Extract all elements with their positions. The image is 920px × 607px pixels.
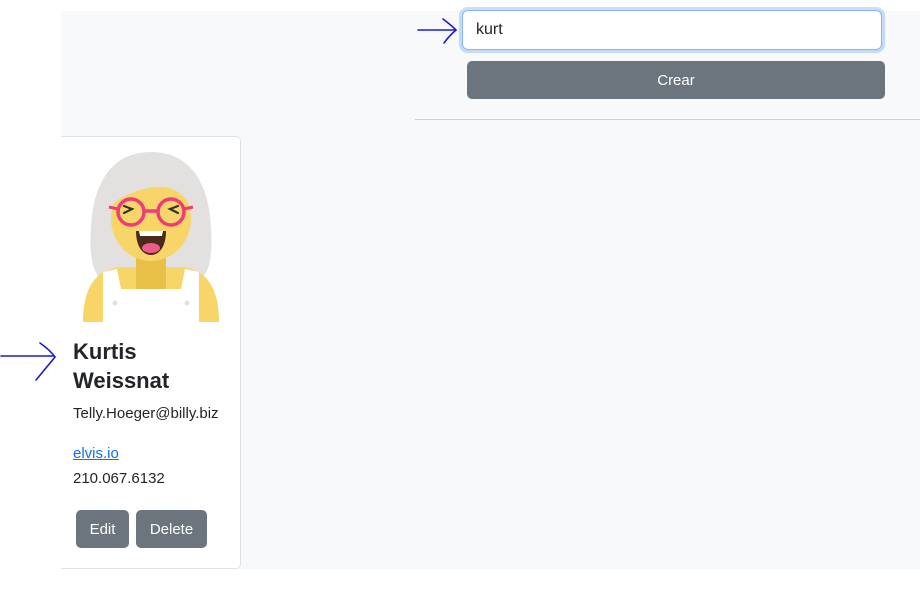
- crear-button[interactable]: Crear: [467, 61, 885, 99]
- annotation-arrow-search-icon: [417, 18, 458, 44]
- contact-phone: 210.067.6132: [73, 470, 165, 487]
- contact-email: Telly.Hoeger@billy.biz: [73, 405, 219, 422]
- search-input[interactable]: [462, 10, 882, 50]
- contact-website-link[interactable]: elvis.io: [73, 445, 119, 462]
- edit-button[interactable]: Edit: [76, 510, 129, 548]
- contact-first-name: Kurtis: [73, 339, 137, 364]
- annotation-arrow-name-icon: [0, 342, 57, 381]
- delete-button[interactable]: Delete: [136, 510, 207, 548]
- contact-card: Kurtis Weissnat Telly.Hoeger@billy.biz e…: [61, 136, 241, 569]
- divider: [415, 119, 920, 120]
- avatar: [83, 152, 219, 322]
- contact-last-name: Weissnat: [73, 368, 170, 393]
- contact-name: Kurtis Weissnat: [73, 337, 238, 395]
